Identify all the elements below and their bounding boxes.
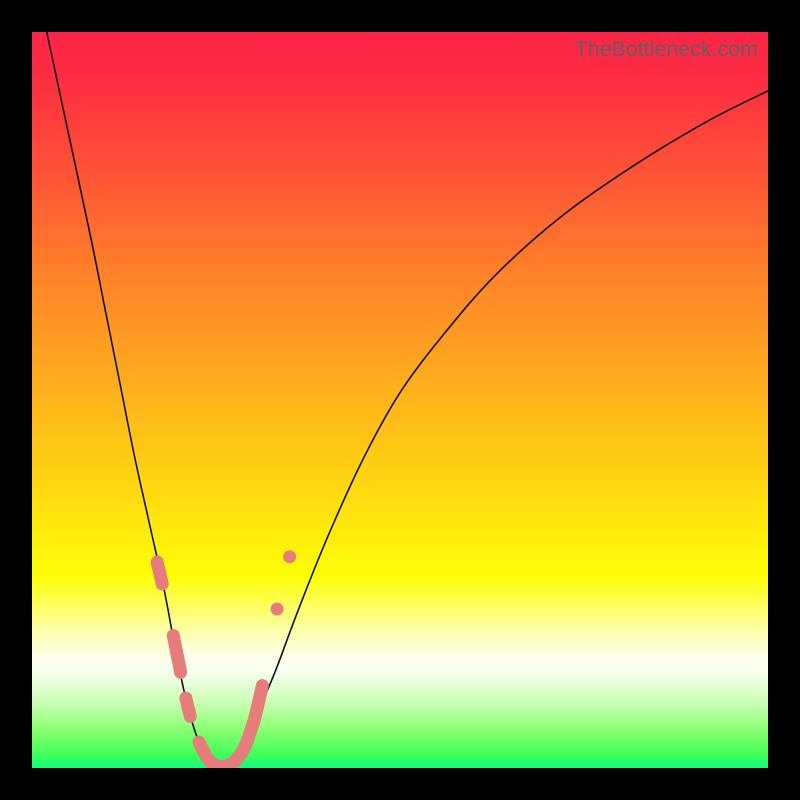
bottleneck-curve [47, 32, 768, 768]
chart-frame: TheBottleneck.com [0, 0, 800, 800]
marker-dot [283, 550, 296, 563]
marker-dot [271, 603, 284, 616]
marker-capsule [157, 562, 162, 584]
plot-area: TheBottleneck.com [32, 32, 768, 768]
marker-capsule [186, 698, 190, 716]
marker-capsule [199, 686, 262, 767]
marker-capsule [173, 636, 180, 673]
curve-layer [32, 32, 768, 768]
marker-group [157, 550, 296, 766]
